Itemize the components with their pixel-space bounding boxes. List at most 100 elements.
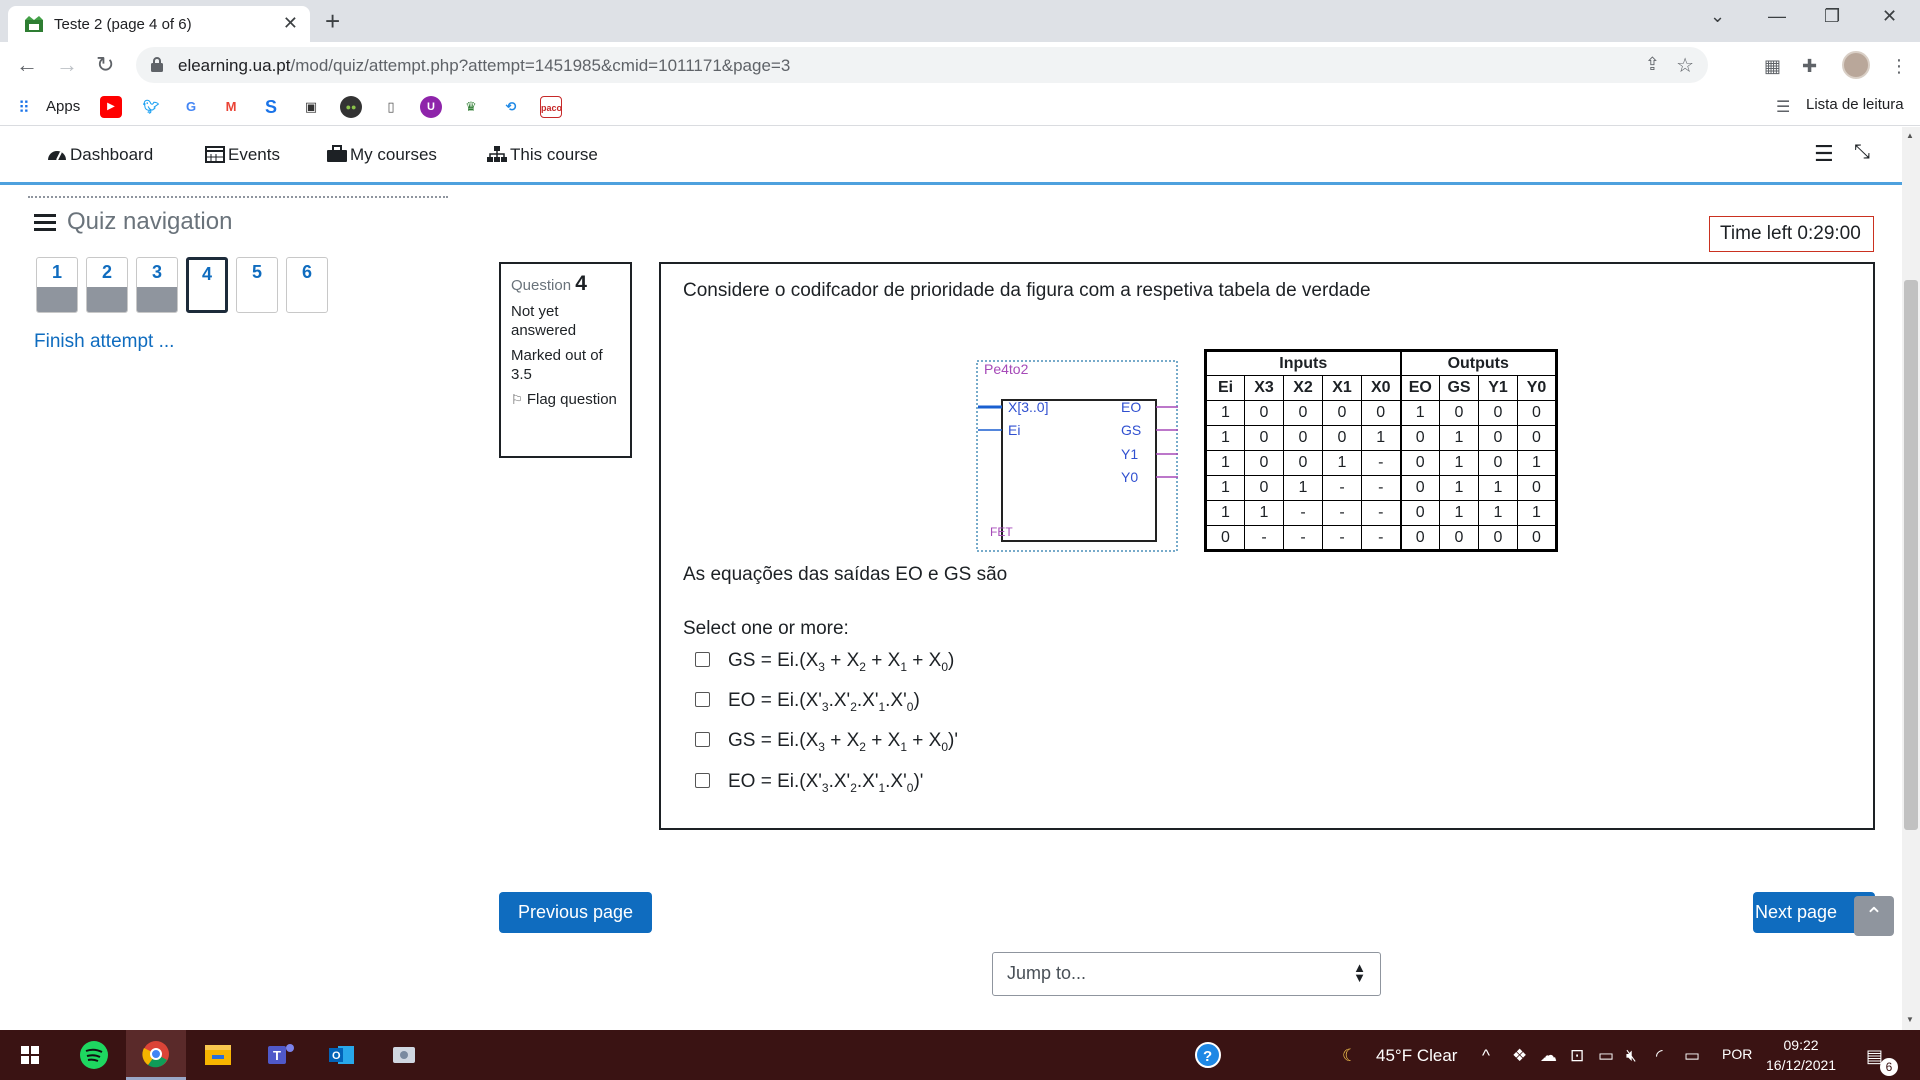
bookmark-star-icon[interactable]: ☆	[1676, 53, 1694, 78]
truth-table-cell: 1	[1244, 500, 1284, 526]
weather-text[interactable]: 45°F Clear	[1376, 1046, 1457, 1066]
quiz-nav-button-6[interactable]: 6	[286, 257, 328, 313]
language-indicator[interactable]: POR	[1722, 1046, 1752, 1062]
hamburger-icon[interactable]	[34, 213, 56, 231]
outlook-icon[interactable]: O	[312, 1030, 372, 1080]
address-bar[interactable]: elearning.ua.pt/mod/quiz/attempt.php?att…	[136, 47, 1708, 83]
option-checkbox[interactable]	[695, 773, 710, 788]
restore-icon[interactable]: ❐	[1824, 6, 1840, 27]
option-checkbox[interactable]	[695, 732, 710, 747]
truth-table-header: Y1	[1478, 375, 1518, 401]
truth-table-cell: 0	[1478, 450, 1518, 476]
reload-icon[interactable]: ↻	[96, 52, 114, 78]
question-info-box: Question 4 Not yet answered Marked out o…	[499, 262, 632, 458]
s-site-icon[interactable]: S	[260, 96, 282, 118]
chrome-taskbar-icon[interactable]	[126, 1030, 186, 1080]
answered-indicator	[37, 287, 77, 312]
moodle-bookmark-icon[interactable]: ♛	[460, 96, 482, 118]
scroll-down-icon[interactable]: ▼	[1906, 1015, 1914, 1024]
help-icon[interactable]: ?	[1178, 1030, 1238, 1080]
reading-list-button[interactable]: Lista de leitura	[1806, 96, 1904, 113]
quiz-nav-button-3[interactable]: 3	[136, 257, 178, 313]
swirl-icon[interactable]: ⟲	[500, 96, 522, 118]
chrome-menu-icon[interactable]: ⋮	[1890, 56, 1908, 77]
apps-bookmark[interactable]: Apps	[46, 98, 80, 115]
truth-table-cell: 1	[1205, 425, 1245, 451]
network-display-icon[interactable]: ▭	[1598, 1046, 1614, 1066]
profile-avatar[interactable]	[1842, 51, 1870, 79]
truth-table-header: Y0	[1517, 375, 1557, 401]
clock[interactable]: 09:22 16/12/2021	[1766, 1035, 1836, 1075]
back-to-top-icon[interactable]: ⌃	[1854, 896, 1894, 936]
onedrive-icon[interactable]: ☁	[1540, 1046, 1557, 1066]
quiz-nav-button-1[interactable]: 1	[36, 257, 78, 313]
scroll-up-icon[interactable]: ▲	[1906, 131, 1914, 140]
u-app-icon[interactable]: U	[420, 96, 442, 118]
wifi-icon[interactable]: ◜	[1656, 1046, 1663, 1066]
truth-table-cell: -	[1361, 475, 1402, 501]
windows-start-icon[interactable]	[0, 1030, 60, 1080]
browser-tab[interactable]: Teste 2 (page 4 of 6) ✕	[8, 6, 310, 42]
battery-icon[interactable]: ▭	[1684, 1046, 1700, 1066]
finish-attempt-link[interactable]: Finish attempt ...	[34, 331, 174, 353]
scrollbar-thumb[interactable]	[1904, 280, 1918, 830]
truth-table-cell: 0	[1400, 425, 1440, 451]
apps-grid-icon[interactable]: ⠿	[18, 98, 30, 118]
snipping-tool-icon[interactable]	[374, 1030, 434, 1080]
back-icon[interactable]: ←	[16, 52, 38, 78]
drawer-toggle-icon[interactable]: ☰	[1814, 141, 1834, 167]
share-icon[interactable]: ⇪	[1645, 54, 1660, 75]
option-checkbox[interactable]	[695, 652, 710, 667]
moon-weather-icon: ☾	[1342, 1046, 1358, 1065]
option-checkbox[interactable]	[695, 692, 710, 707]
previous-page-button[interactable]: Previous page	[499, 892, 652, 933]
gmail-icon[interactable]: M	[220, 96, 242, 118]
extensions-puzzle-icon[interactable]: ✚	[1802, 56, 1817, 77]
twitter-icon[interactable]: 🐦︎	[140, 96, 162, 118]
reading-list-icon: ☰	[1776, 99, 1791, 116]
tab-search-icon[interactable]: ⌄	[1710, 6, 1725, 27]
nav-my-courses[interactable]: My courses	[326, 145, 437, 165]
truth-table-cell: 0	[1517, 400, 1557, 426]
truth-table-group-inputs: Inputs	[1205, 350, 1402, 376]
answer-option[interactable]: GS = Ei.(X3 + X2 + X1 + X0)	[695, 650, 954, 674]
quiz-nav-divider	[28, 196, 448, 198]
new-tab-icon[interactable]: +	[325, 6, 340, 37]
quiz-nav-button-4[interactable]: 4	[186, 257, 228, 313]
window-close-icon[interactable]: ✕	[1882, 6, 1897, 27]
truth-table-cell: -	[1361, 525, 1402, 551]
answer-option[interactable]: EO = Ei.(X'3.X'2.X'1.X'0)	[695, 690, 920, 714]
dropbox-icon[interactable]: ❖	[1512, 1046, 1527, 1066]
youtube-icon[interactable]: ▶	[100, 96, 122, 118]
tab-close-icon[interactable]: ✕	[283, 13, 298, 34]
volume-muted-icon[interactable]: 🔇︎	[1626, 1046, 1637, 1066]
diagram-footer: FET	[990, 525, 1013, 539]
option-text: EO = Ei.(X'3.X'2.X'1.X'0)'	[728, 771, 924, 795]
quiz-nav-button-5[interactable]: 5	[236, 257, 278, 313]
minimize-icon[interactable]: —	[1768, 6, 1786, 27]
spotify-icon[interactable]	[64, 1030, 124, 1080]
truth-table-cell: 0	[1400, 475, 1440, 501]
collapse-fullscreen-icon[interactable]: ⤡	[1854, 141, 1870, 164]
extension-grid-icon[interactable]: ▦	[1764, 56, 1781, 77]
nav-events[interactable]: Events	[204, 145, 280, 165]
answer-option[interactable]: GS = Ei.(X3 + X2 + X1 + X0)'	[695, 730, 958, 754]
tray-expand-icon[interactable]: ^	[1482, 1046, 1490, 1066]
paco-icon[interactable]: paco	[540, 96, 562, 118]
meet-icon[interactable]: ⊡	[1570, 1046, 1584, 1066]
nav-dashboard[interactable]: Dashboard	[46, 145, 153, 165]
circle-app-icon[interactable]: ●●	[340, 96, 362, 118]
phone-icon[interactable]: ▯	[380, 96, 402, 118]
quiz-nav-button-2[interactable]: 2	[86, 257, 128, 313]
answer-option[interactable]: EO = Ei.(X'3.X'2.X'1.X'0)'	[695, 771, 923, 795]
forward-icon[interactable]: →	[56, 52, 78, 78]
flag-question[interactable]: ⚐ Flag question	[511, 390, 620, 409]
nav-this-course[interactable]: This course	[486, 145, 598, 165]
file-explorer-icon[interactable]	[188, 1030, 248, 1080]
tab-title: Teste 2 (page 4 of 6)	[54, 16, 192, 33]
google-icon[interactable]: G	[180, 96, 202, 118]
jump-to-select[interactable]: Jump to... ▲ ▼	[992, 952, 1381, 996]
bus-icon[interactable]: ▣	[300, 96, 322, 118]
teams-icon[interactable]: T	[250, 1030, 310, 1080]
priority-encoder-diagram: Pe4to2 X[3..0] Ei EO GS Y1 Y0 FET	[976, 360, 1178, 552]
